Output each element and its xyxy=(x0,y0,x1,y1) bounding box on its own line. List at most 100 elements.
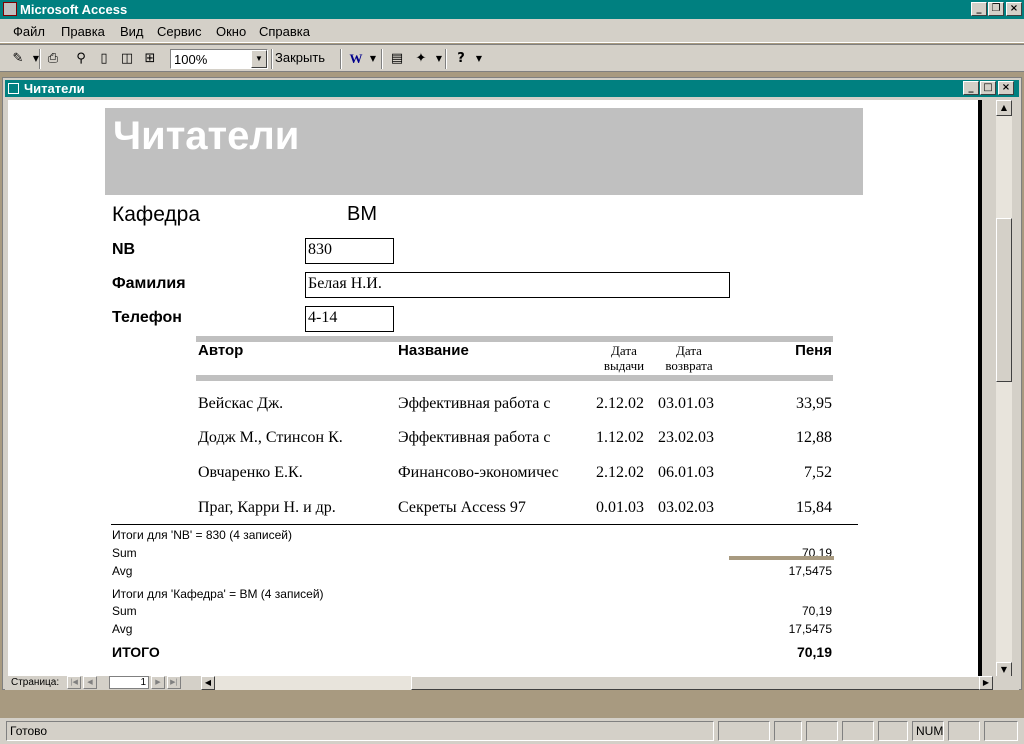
two-pages-icon[interactable]: ◫ xyxy=(118,50,136,68)
office-links-dropdown-icon[interactable]: ▼ xyxy=(364,50,382,68)
horizontal-scrollbar[interactable]: ◀ ▶ xyxy=(201,676,993,690)
toolbar-separator xyxy=(340,49,342,69)
col-return-date-header: Дата возврата xyxy=(665,343,713,373)
status-panel-empty xyxy=(774,721,802,741)
page-label: Страница: xyxy=(11,677,60,688)
menu-bar: Файл Правка Вид Сервис Окно Справка xyxy=(0,19,1024,43)
doc-minimize-icon[interactable]: _ xyxy=(963,81,979,95)
restore-icon[interactable]: ❐ xyxy=(988,2,1004,16)
toolbar-separator xyxy=(445,49,447,69)
cell-title: Эффективная работа с xyxy=(398,395,551,412)
cell-issue-date: 2.12.02 xyxy=(596,464,644,481)
menu-edit[interactable]: Правка xyxy=(61,24,105,39)
page-number-input[interactable]: 1 xyxy=(109,676,149,689)
cell-title: Эффективная работа с xyxy=(398,429,551,446)
dept-value: ВМ xyxy=(347,203,377,225)
col-fine-header: Пеня xyxy=(795,342,832,359)
cell-author: Додж М., Стинсон К. xyxy=(198,429,343,446)
scroll-left-icon[interactable]: ◀ xyxy=(201,676,215,690)
print-icon[interactable]: ⎙ xyxy=(44,50,62,68)
toolbar-separator xyxy=(271,49,273,69)
scroll-right-icon[interactable]: ▶ xyxy=(979,676,993,690)
chevron-down-icon[interactable]: ▼ xyxy=(251,50,267,68)
header-bottom-rule xyxy=(196,375,833,381)
database-window-icon[interactable]: ▤ xyxy=(388,50,406,68)
cell-issue-date: 1.12.02 xyxy=(596,429,644,446)
cell-author: Вейскас Дж. xyxy=(198,395,284,412)
last-page-icon[interactable]: ▶| xyxy=(167,676,181,689)
help-icon[interactable]: ? xyxy=(452,50,470,68)
group-nb-sum-label: Sum xyxy=(112,546,137,560)
group-dept-sum-label: Sum xyxy=(112,604,137,618)
help-dropdown-icon[interactable]: ▼ xyxy=(470,50,488,68)
group-nb-avg-label: Avg xyxy=(112,564,133,578)
cell-return-date: 03.01.03 xyxy=(658,395,714,412)
status-panel-empty xyxy=(948,721,980,741)
menu-help[interactable]: Справка xyxy=(259,24,310,39)
zoom-select[interactable]: 100% ▼ xyxy=(170,49,268,69)
group-dept-caption: Итоги для 'Кафедра' = ВМ (4 записей) xyxy=(112,587,324,601)
doc-maximize-icon[interactable]: □ xyxy=(980,81,996,95)
toolbar: ✎ ▼ ⎙ ⚲ ▯ ◫ ⊞ 100% ▼ Закрыть W ▼ ▤ ✦ ▼ ?… xyxy=(0,44,1024,72)
phone-label: Телефон xyxy=(112,309,182,326)
close-preview-button[interactable]: Закрыть xyxy=(275,50,325,65)
report-icon[interactable] xyxy=(8,83,19,94)
menu-window[interactable]: Окно xyxy=(216,24,246,39)
one-page-icon[interactable]: ▯ xyxy=(95,50,113,68)
status-panel-empty xyxy=(984,721,1018,741)
minimize-icon[interactable]: _ xyxy=(971,2,987,16)
multiple-pages-icon[interactable]: ⊞ xyxy=(141,50,159,68)
cell-author: Праг, Карри Н. и др. xyxy=(198,499,336,516)
cell-issue-date: 0.01.03 xyxy=(596,499,644,516)
grand-total-label: ИТОГО xyxy=(112,644,160,660)
status-bar: Готово NUM xyxy=(0,718,1024,744)
app-title: Microsoft Access xyxy=(20,2,128,17)
status-text: Готово xyxy=(6,721,714,741)
next-page-icon[interactable]: ▶ xyxy=(151,676,165,689)
menu-tools[interactable]: Сервис xyxy=(157,24,202,39)
cell-fine: 7,52 xyxy=(804,464,832,481)
cell-return-date: 03.02.03 xyxy=(658,499,714,516)
surname-label: Фамилия xyxy=(112,275,186,292)
group-dept-avg-value: 17,5475 xyxy=(788,622,832,636)
cell-title: Финансово-экономичес xyxy=(398,464,559,481)
horizontal-scroll-thumb[interactable] xyxy=(411,676,981,690)
vertical-scroll-thumb[interactable] xyxy=(996,218,1012,382)
col-author-header: Автор xyxy=(198,342,244,359)
design-view-icon[interactable]: ✎ xyxy=(9,50,27,68)
cell-author: Овчаренко Е.К. xyxy=(198,464,303,481)
page-edge xyxy=(978,100,982,678)
group-footer-rule xyxy=(111,524,858,525)
toolbar-separator xyxy=(39,49,41,69)
nb-label: NB xyxy=(112,241,136,258)
dept-label: Кафедра xyxy=(112,203,201,226)
status-panel-empty xyxy=(842,721,874,741)
office-links-icon[interactable]: W xyxy=(347,50,365,68)
cell-fine: 12,88 xyxy=(796,429,832,446)
report-window-title: Читатели xyxy=(24,81,85,96)
record-navigation-bar: Страница: |◀ ◀ 1 ▶ ▶| ◀ ▶ xyxy=(5,676,1019,690)
doc-close-icon[interactable]: × xyxy=(998,81,1014,95)
report-header-band: Читатели xyxy=(105,108,863,195)
new-object-icon[interactable]: ✦ xyxy=(412,50,430,68)
first-page-icon[interactable]: |◀ xyxy=(67,676,81,689)
menu-file[interactable]: Файл xyxy=(13,24,45,39)
cell-return-date: 06.01.03 xyxy=(658,464,714,481)
report-window-title-bar: Читатели _ □ × xyxy=(5,80,1019,97)
report-page: Читатели Кафедра ВМ NB 830 Фамилия Белая… xyxy=(8,100,978,678)
cell-title: Секреты Access 97 xyxy=(398,499,526,516)
vertical-scrollbar[interactable]: ▲ ▼ xyxy=(996,100,1012,678)
zoom-icon[interactable]: ⚲ xyxy=(72,50,90,68)
access-app-icon[interactable] xyxy=(3,2,17,16)
phone-field: 4-14 xyxy=(305,306,394,332)
status-panel-empty xyxy=(878,721,908,741)
prev-page-icon[interactable]: ◀ xyxy=(83,676,97,689)
close-icon[interactable]: × xyxy=(1006,2,1022,16)
col-title-header: Название xyxy=(398,342,469,359)
scroll-up-icon[interactable]: ▲ xyxy=(996,100,1012,116)
status-panel-empty xyxy=(806,721,838,741)
group-nb-caption: Итоги для 'NB' = 830 (4 записей) xyxy=(112,528,292,542)
menu-view[interactable]: Вид xyxy=(120,24,144,39)
view-dropdown-icon[interactable]: ▼ xyxy=(27,50,45,68)
cell-fine: 33,95 xyxy=(796,395,832,412)
